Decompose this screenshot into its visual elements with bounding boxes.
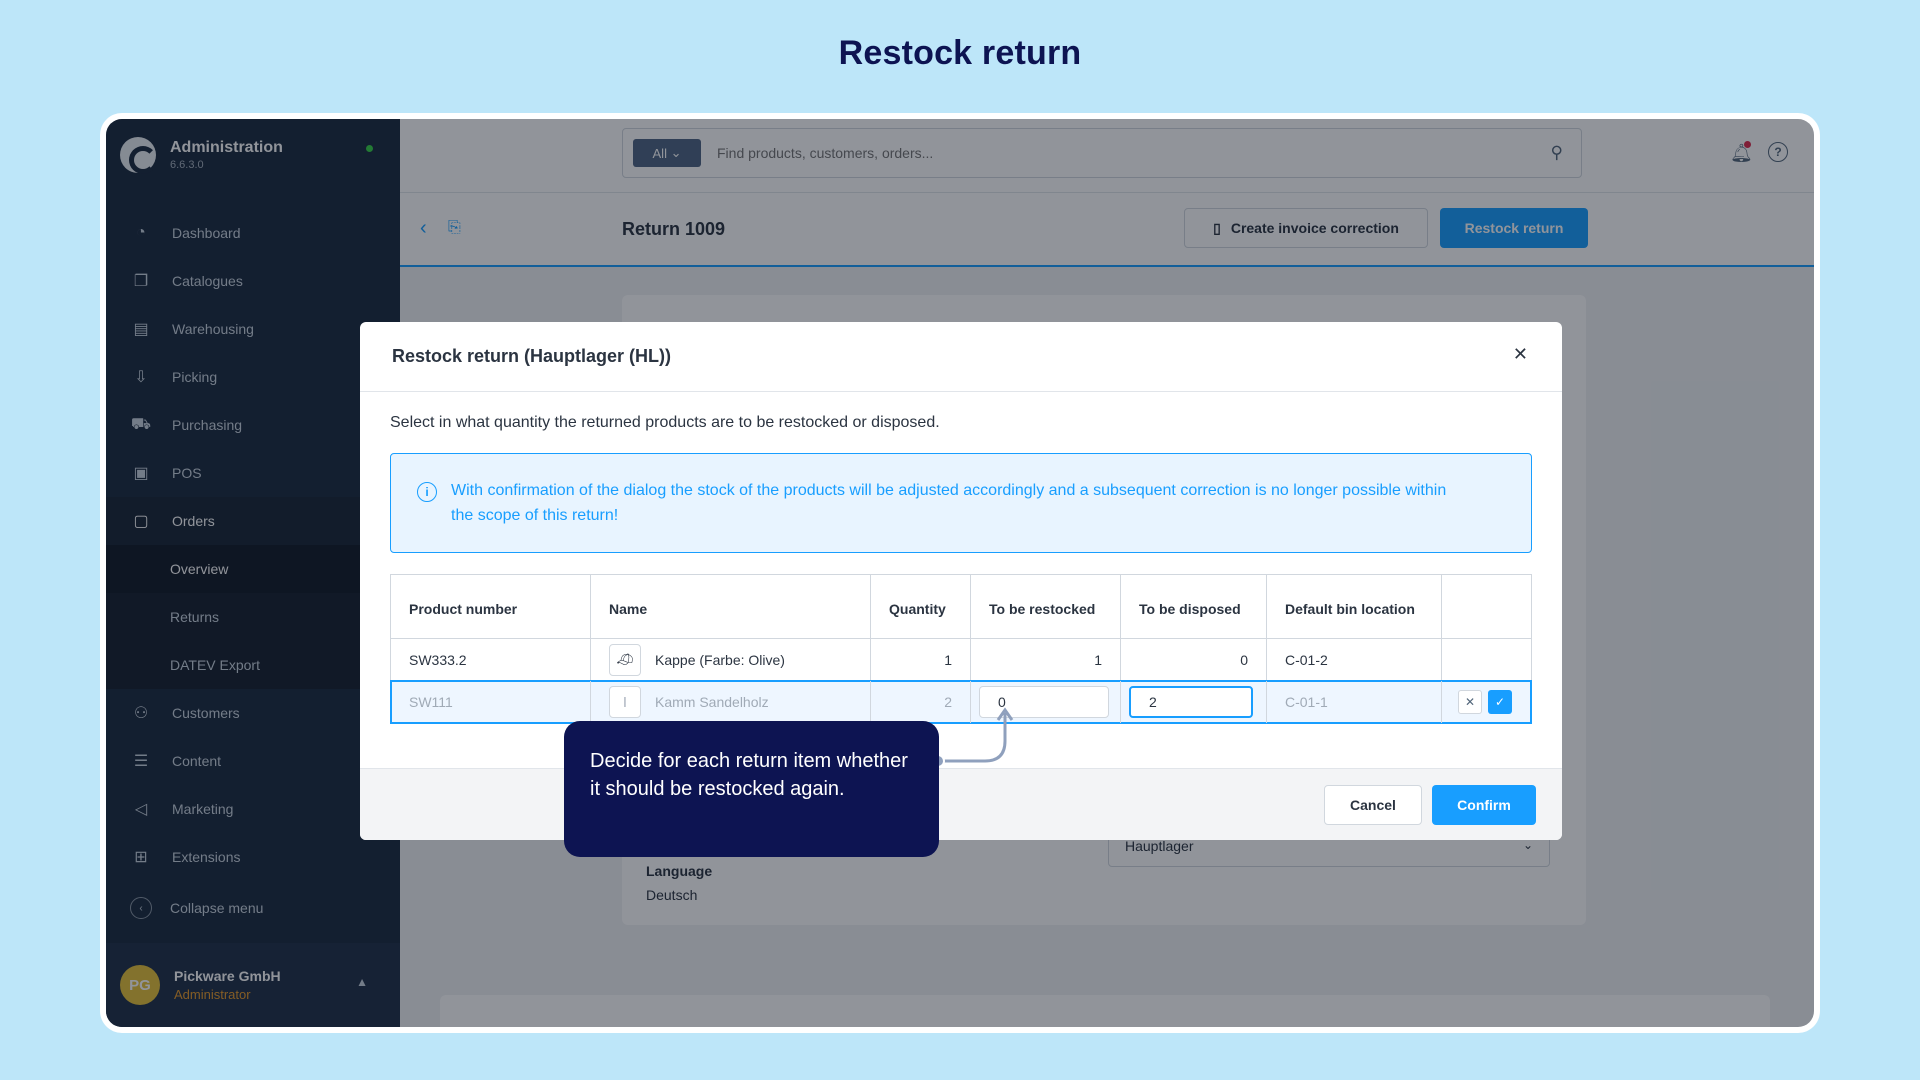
info-alert: i With confirmation of the dialog the st… [390,453,1532,553]
column-header-actions [1442,575,1531,638]
table-row-editing[interactable]: SW111 ǀ Kamm Sandelholz 2 C-01-1 ✕ ✓ [390,680,1532,724]
column-header[interactable]: Name [591,575,871,638]
to-be-restocked-cell [971,681,1121,723]
quantity: 2 [871,681,971,723]
cap-product-image: 🧢︎ [609,643,641,676]
default-bin-location: C-01-2 [1267,639,1442,680]
row-confirm-icon[interactable]: ✓ [1488,690,1512,714]
product-number: SW111 [391,681,591,723]
page-title: Restock return [838,34,1082,72]
comb-product-image: ǀ [609,686,641,718]
column-header[interactable]: Product number [391,575,591,638]
to-be-disposed-input[interactable] [1129,686,1253,718]
product-number: SW333.2 [391,639,591,680]
table-row[interactable]: SW333.2 🧢︎ Kappe (Farbe: Olive) 1 1 0 C-0… [391,639,1531,681]
restock-table: Product number Name Quantity To be resto… [390,574,1532,724]
modal-header: Restock return (Hauptlager (HL)) ✕ [360,322,1562,392]
guide-tooltip: Decide for each return item whether it s… [564,721,939,857]
row-cancel-icon[interactable]: ✕ [1458,690,1482,714]
product-name-cell: 🧢︎ Kappe (Farbe: Olive) [591,639,871,680]
product-name: Kappe (Farbe: Olive) [655,651,785,668]
to-be-disposed[interactable]: 0 [1121,639,1267,680]
table-header: Product number Name Quantity To be resto… [391,575,1531,639]
column-header[interactable]: Default bin location [1267,575,1442,638]
quantity: 1 [871,639,971,680]
to-be-restocked[interactable]: 1 [971,639,1121,680]
restock-return-modal: Restock return (Hauptlager (HL)) ✕ Selec… [360,322,1562,840]
to-be-restocked-input[interactable] [979,686,1109,718]
column-header[interactable]: To be restocked [971,575,1121,638]
cancel-button[interactable]: Cancel [1324,785,1422,825]
to-be-disposed-cell [1121,681,1267,723]
modal-title: Restock return (Hauptlager (HL)) [392,346,672,366]
app-frame: Administration 6.6.3.0 ◔ Dashboard ❐ Catal… [100,113,1820,1033]
info-icon: i [417,482,437,502]
confirm-button[interactable]: Confirm [1432,785,1536,825]
app-screen: Administration 6.6.3.0 ◔ Dashboard ❐ Catal… [106,119,1814,1027]
product-name: Kamm Sandelholz [655,694,769,710]
row-actions [1442,639,1531,680]
column-header[interactable]: To be disposed [1121,575,1267,638]
row-actions: ✕ ✓ [1442,681,1531,723]
default-bin-location: C-01-1 [1267,681,1442,723]
alert-text: With confirmation of the dialog the stoc… [451,482,1447,524]
modal-footer: Cancel Confirm [360,768,1562,840]
modal-description: Select in what quantity the returned pro… [390,414,940,431]
product-name-cell: ǀ Kamm Sandelholz [591,681,871,723]
close-icon[interactable]: ✕ [1513,344,1528,365]
column-header[interactable]: Quantity [871,575,971,638]
